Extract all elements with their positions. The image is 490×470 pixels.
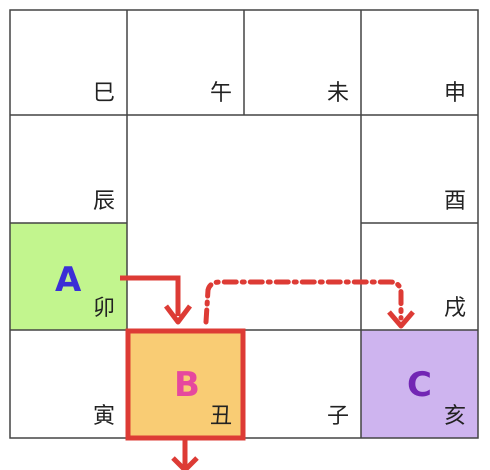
cell-b-highlight-border	[125, 328, 246, 441]
twelve-branch-board: 巳 午 未 申 辰 酉 A 卯 戌 寅 B 丑 子 C 亥	[0, 0, 490, 470]
diagram-lines	[9, 9, 479, 470]
dotted-arrow-b-to-c	[203, 279, 404, 325]
